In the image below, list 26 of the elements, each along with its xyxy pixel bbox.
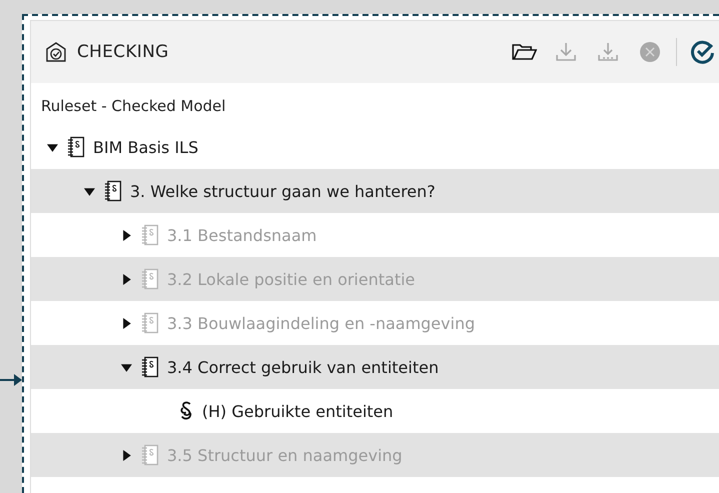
tree-item-label: 3.4 Correct gebruik van entiteiten — [167, 358, 439, 376]
section-sign-icon — [178, 400, 194, 422]
tree-item-label: 3.5 Structuur en naamgeving — [167, 446, 402, 464]
rulebook-icon — [141, 224, 159, 246]
panel-title: CHECKING — [77, 42, 170, 62]
tree-item-label: 3. Welke structuur gaan we hanteren? — [130, 182, 436, 200]
tree-item-label: 3.2 Lokale positie en orientatie — [167, 270, 415, 288]
close-circle-icon — [639, 41, 661, 63]
subtitle: Ruleset - Checked Model — [40, 96, 227, 117]
rulebook-icon — [141, 268, 159, 290]
rulebook-icon — [141, 444, 159, 466]
rulebook-icon — [141, 312, 159, 334]
tree-item[interactable]: 3. Welke structuur gaan we hanteren? — [31, 169, 719, 213]
tree-item[interactable]: 3.4 Correct gebruik van entiteiten — [31, 345, 719, 389]
folder-icon — [511, 42, 537, 62]
rulebook-icon — [104, 180, 122, 202]
tree-item-label: 3.1 Bestandsnaam — [167, 226, 317, 244]
rulebook-icon — [67, 136, 85, 158]
rulebook-icon — [141, 356, 159, 378]
download-tray-icon — [596, 41, 620, 63]
tree-item-label: BIM Basis ILS — [93, 138, 198, 156]
tree-item-label: 3.3 Bouwlaagindeling en -naamgeving — [167, 314, 475, 332]
tree-item-label: (H) Gebruikte entiteiten — [202, 402, 394, 420]
checking-badge-icon — [45, 41, 67, 63]
download-icon — [554, 41, 578, 63]
check-circle-icon — [691, 40, 715, 64]
